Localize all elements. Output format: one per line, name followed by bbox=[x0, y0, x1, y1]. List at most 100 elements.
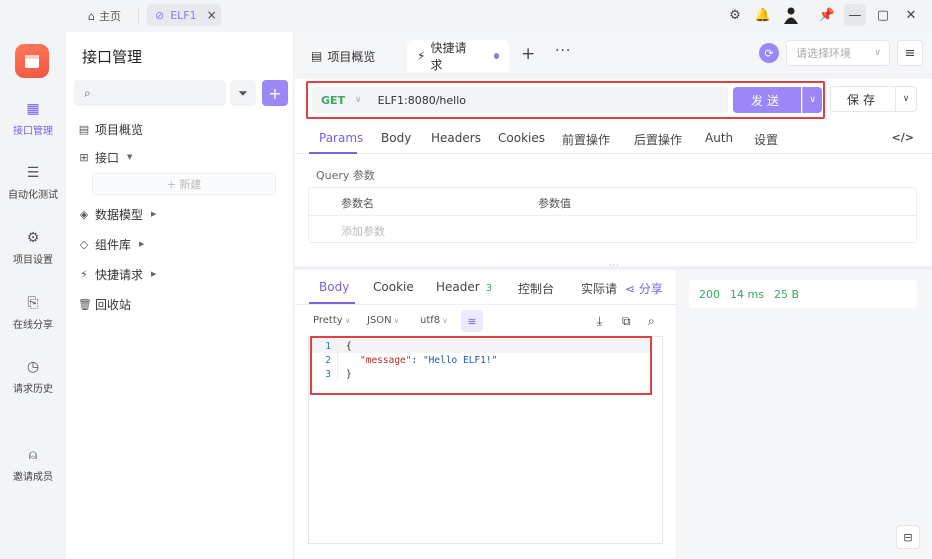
unsaved-dot bbox=[493, 53, 499, 59]
tab-params[interactable]: Params bbox=[319, 131, 363, 145]
close-window-button[interactable]: ✕ bbox=[900, 4, 922, 26]
sidebar-title: 接口管理 bbox=[82, 48, 143, 66]
table-header: 参数名 参数值 bbox=[309, 188, 916, 216]
save-button[interactable]: 保存 bbox=[830, 86, 896, 112]
param-name-header: 参数名 bbox=[341, 197, 374, 210]
overview-icon: ▤ bbox=[311, 49, 323, 63]
calendar-icon: ▦ bbox=[26, 101, 40, 117]
menu-button[interactable]: ≡ bbox=[897, 40, 923, 66]
environment-select[interactable]: 请选择环境 ∨ bbox=[786, 40, 890, 66]
pin-icon[interactable]: 📌 bbox=[816, 4, 838, 26]
nav-invite-members[interactable]: ⍝ 邀请成员 bbox=[0, 446, 66, 483]
response-highlight bbox=[310, 336, 652, 395]
tab-auth[interactable]: Auth bbox=[705, 131, 733, 145]
add-param-input[interactable]: 添加参数 bbox=[341, 223, 385, 239]
clock-icon: ◷ bbox=[26, 359, 40, 375]
pretty-select[interactable]: Pretty ∨ bbox=[313, 315, 351, 326]
resp-tab-header[interactable]: Header 3 bbox=[436, 280, 492, 294]
tab-settings[interactable]: 设置 bbox=[754, 131, 778, 148]
add-user-icon: ⍝ bbox=[28, 447, 38, 463]
search-input[interactable] bbox=[96, 87, 217, 99]
sidebar-item-trash[interactable]: 🗑 回收站 bbox=[78, 294, 131, 314]
home-tab[interactable]: ⌂ 主页 bbox=[88, 6, 121, 26]
download-icon[interactable]: ⤓ bbox=[597, 314, 602, 329]
response-meta-panel: 200 14 ms 25 B ⊟ bbox=[677, 270, 932, 559]
more-tabs-button[interactable]: ··· bbox=[555, 43, 571, 59]
tab-body[interactable]: Body bbox=[381, 131, 411, 145]
chevron-down-icon: ∨ bbox=[874, 48, 881, 58]
settings-icon[interactable]: ⚙ bbox=[724, 4, 746, 26]
title-divider bbox=[138, 8, 139, 24]
left-nav: ▦ 接口管理 ☰ 自动化测试 ⚙ 项目设置 ⎘ 在线分享 ◷ 请求历史 ⍝ 邀请… bbox=[0, 32, 66, 559]
new-api-button[interactable]: + 新建 bbox=[92, 173, 276, 195]
main-tabs-bar: ▤ 项目概览 ⚡ 快捷请求 + ··· ⟳ 请选择环境 ∨ ≡ bbox=[295, 32, 932, 78]
project-tab[interactable]: ⊘ ELF1 × bbox=[147, 4, 221, 26]
wrap-lines-icon[interactable]: ≅ bbox=[461, 310, 483, 332]
nav-api-management[interactable]: ▦ 接口管理 bbox=[0, 100, 66, 137]
resp-tab-cookie[interactable]: Cookie bbox=[373, 280, 414, 294]
nav-project-settings[interactable]: ⚙ 项目设置 bbox=[0, 229, 66, 266]
bell-icon[interactable]: 🔔 bbox=[752, 4, 774, 26]
sidebar-item-overview[interactable]: ▤ 项目概览 bbox=[78, 119, 143, 139]
send-button[interactable]: 发送 bbox=[733, 87, 801, 113]
param-value-header: 参数值 bbox=[538, 197, 571, 210]
minimize-button[interactable]: — bbox=[844, 4, 866, 26]
tab-quick-request[interactable]: ⚡ 快捷请求 bbox=[407, 40, 509, 72]
method-select[interactable]: GET bbox=[321, 94, 355, 107]
resp-tab-body[interactable]: Body bbox=[319, 280, 349, 294]
save-options-button[interactable]: ∨ bbox=[895, 86, 917, 112]
trash-icon: 🗑 bbox=[78, 297, 92, 311]
tab-headers[interactable]: Headers bbox=[431, 131, 481, 145]
add-button[interactable]: + bbox=[262, 80, 288, 106]
caret-right-icon: ▶ bbox=[151, 270, 157, 278]
resp-tab-actual-request[interactable]: 实际请 bbox=[581, 280, 617, 297]
sidebar-item-api[interactable]: ⊞ 接口 ▼ bbox=[78, 147, 132, 167]
chevron-down-icon: ∨ bbox=[355, 95, 362, 105]
tab-project-overview[interactable]: ▤ 项目概览 bbox=[301, 40, 385, 72]
app-logo bbox=[15, 44, 49, 78]
tab-cookies[interactable]: Cookies bbox=[498, 131, 545, 145]
tab-post-actions[interactable]: 后置操作 bbox=[634, 131, 682, 148]
close-tab-icon[interactable]: × bbox=[207, 8, 217, 22]
caret-down-icon: ▼ bbox=[127, 153, 133, 161]
search-icon[interactable]: ⌕ bbox=[648, 314, 655, 329]
nav-request-history[interactable]: ◷ 请求历史 bbox=[0, 358, 66, 395]
copy-icon[interactable]: ⧉ bbox=[622, 314, 631, 329]
response-status: 200 14 ms 25 B bbox=[689, 280, 917, 308]
request-tabs: Params Body Headers Cookies 前置操作 后置操作 Au… bbox=[295, 124, 932, 154]
resp-tabs-divider bbox=[295, 304, 677, 305]
home-tab-label: 主页 bbox=[98, 10, 121, 23]
send-options-button[interactable]: ∨ bbox=[802, 87, 822, 113]
response-size: 25 B bbox=[773, 287, 799, 301]
url-field[interactable]: GET ∨ bbox=[312, 87, 728, 113]
sidebar-search[interactable]: ⌕ bbox=[74, 80, 226, 106]
sidebar-item-components[interactable]: ◇ 组件库 ▶ bbox=[78, 234, 145, 254]
filter-button[interactable]: ⏷ bbox=[230, 80, 256, 106]
encoding-select[interactable]: utf8 ∨ bbox=[420, 315, 448, 326]
active-tab-underline bbox=[309, 152, 357, 154]
home-icon: ⌂ bbox=[88, 9, 95, 23]
nav-online-share[interactable]: ⎘ 在线分享 bbox=[0, 294, 66, 331]
server-icon: ☰ bbox=[26, 165, 40, 181]
lightning-box-icon: ⚡ bbox=[80, 267, 88, 281]
resp-tab-console[interactable]: 控制台 bbox=[518, 280, 554, 297]
share-button[interactable]: ⋖ 分享 bbox=[625, 280, 663, 297]
search-icon: ⌕ bbox=[84, 85, 91, 100]
sidebar-item-data-model[interactable]: ◈ 数据模型 ▶ bbox=[78, 204, 157, 224]
overview-icon: ▤ bbox=[78, 122, 90, 136]
layout-icon[interactable]: ⊟ bbox=[896, 525, 920, 549]
json-select[interactable]: JSON ∨ bbox=[367, 315, 400, 326]
new-tab-button[interactable]: + bbox=[521, 44, 535, 64]
project-icon: ⊘ bbox=[155, 8, 165, 22]
drag-handle-icon[interactable]: ··· bbox=[609, 261, 620, 270]
gear-box-icon: ⚙ bbox=[26, 230, 40, 246]
url-input[interactable] bbox=[377, 93, 708, 107]
code-icon[interactable]: </> bbox=[892, 131, 914, 144]
sidebar-item-quick-request[interactable]: ⚡ 快捷请求 ▶ bbox=[78, 264, 156, 284]
caret-right-icon: ▶ bbox=[139, 240, 145, 248]
avatar[interactable] bbox=[780, 4, 802, 26]
nav-auto-test[interactable]: ☰ 自动化测试 bbox=[0, 164, 66, 201]
maximize-button[interactable]: ▢ bbox=[872, 4, 894, 26]
env-refresh-button[interactable]: ⟳ bbox=[759, 43, 779, 63]
tab-pre-actions[interactable]: 前置操作 bbox=[562, 131, 610, 148]
